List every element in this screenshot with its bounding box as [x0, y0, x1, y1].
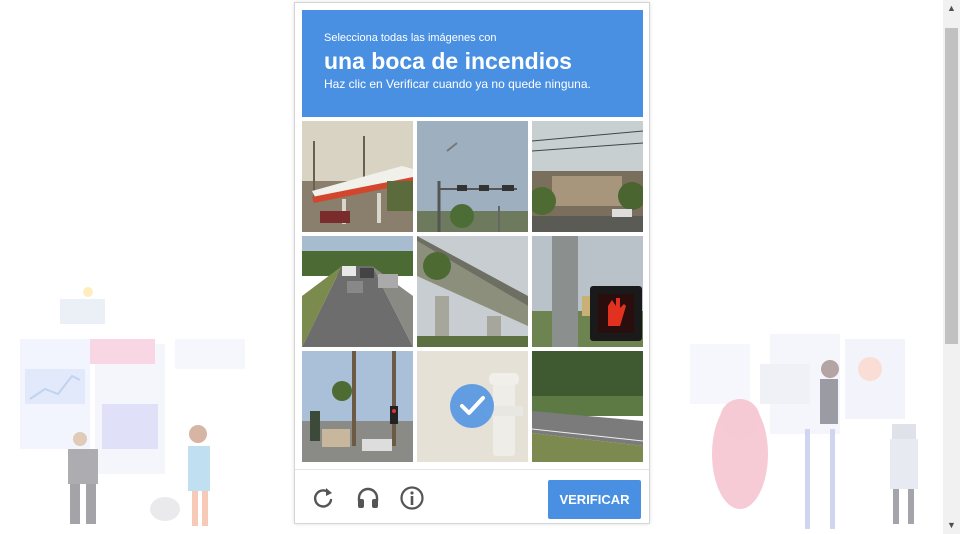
scroll-down-arrow-icon[interactable]: ▼	[943, 517, 960, 534]
info-icon[interactable]	[398, 484, 426, 512]
scroll-up-arrow-icon[interactable]: ▲	[943, 0, 960, 17]
challenge-header: Selecciona todas las imágenes con una bo…	[302, 10, 643, 117]
vertical-scrollbar[interactable]: ▲ ▼	[943, 0, 960, 534]
image-tile-7[interactable]	[302, 351, 413, 462]
image-tile-6[interactable]	[532, 236, 643, 347]
background-illustration-right	[690, 334, 918, 529]
image-tile-8-selected[interactable]	[417, 351, 528, 462]
image-grid	[302, 121, 644, 463]
verify-button[interactable]: VERIFICAR	[548, 480, 641, 519]
captcha-challenge-dialog: Selecciona todas las imágenes con una bo…	[294, 2, 650, 524]
background-illustration-left	[20, 287, 245, 526]
image-tile-1[interactable]	[302, 121, 413, 232]
checkmark-icon	[450, 384, 494, 428]
scrollbar-thumb[interactable]	[945, 28, 958, 344]
challenge-footer: VERIFICAR	[295, 469, 649, 524]
headphones-icon[interactable]	[354, 484, 382, 512]
image-tile-9[interactable]	[532, 351, 643, 462]
image-tile-2[interactable]	[417, 121, 528, 232]
image-tile-5[interactable]	[417, 236, 528, 347]
target-object-text: una boca de incendios	[324, 48, 572, 74]
image-tile-4[interactable]	[302, 236, 413, 347]
image-tile-3[interactable]	[532, 121, 643, 232]
instruction-text: Selecciona todas las imágenes con	[324, 32, 497, 44]
verify-hint-text: Haz clic en Verificar cuando ya no quede…	[324, 77, 591, 91]
reload-icon[interactable]	[309, 484, 337, 512]
